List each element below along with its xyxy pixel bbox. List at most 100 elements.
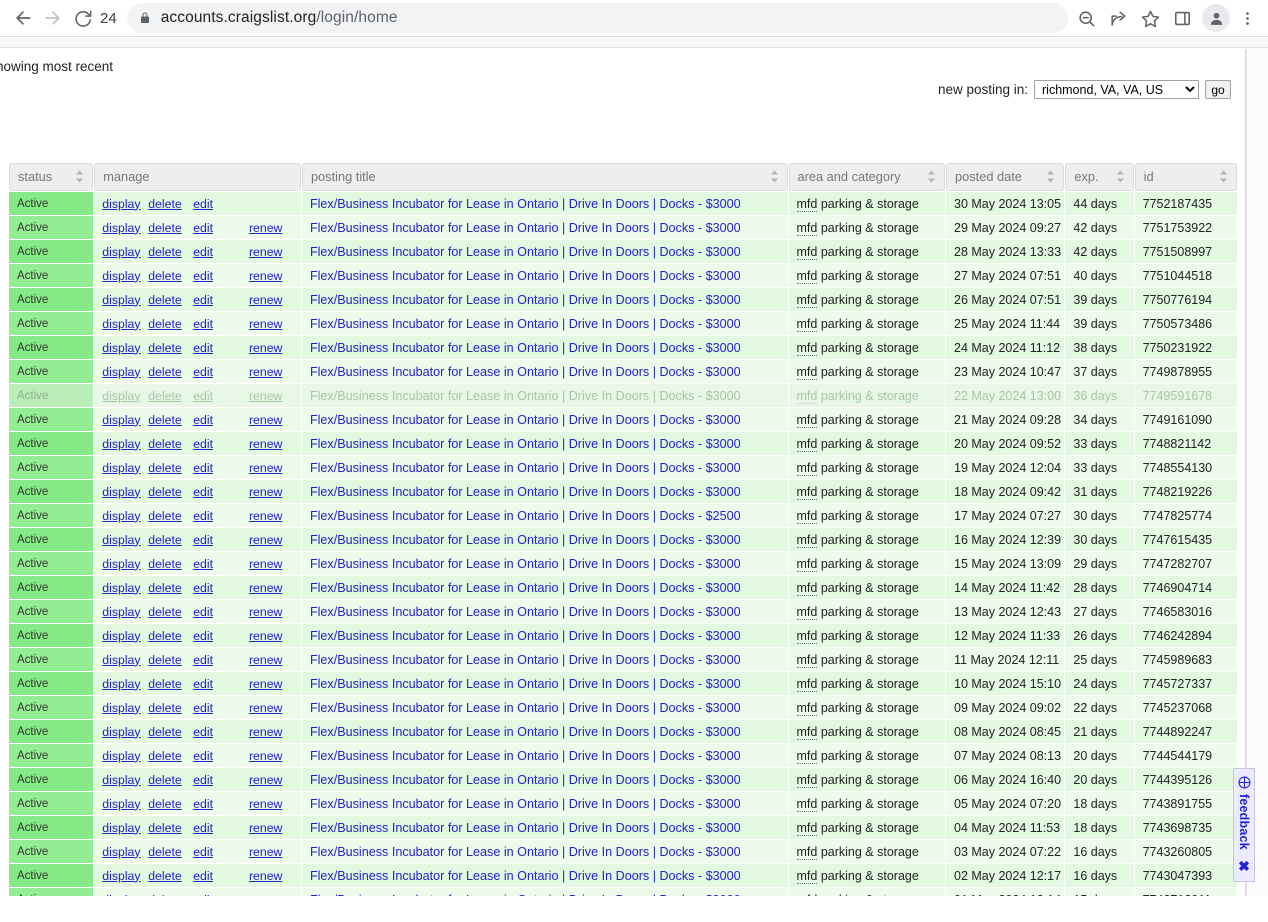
delete-link[interactable]: delete xyxy=(148,221,182,235)
renew-link[interactable]: renew xyxy=(249,269,283,283)
posting-title-link[interactable]: Flex/Business Incubator for Lease in Ont… xyxy=(310,797,741,811)
posting-title-link[interactable]: Flex/Business Incubator for Lease in Ont… xyxy=(310,845,741,859)
delete-link[interactable]: delete xyxy=(148,341,182,355)
edit-link[interactable]: edit xyxy=(193,749,213,763)
chrome-menu-icon[interactable] xyxy=(1234,2,1260,34)
display-link[interactable]: display xyxy=(102,701,140,715)
feedback-close-icon[interactable]: ✖ xyxy=(1238,858,1250,875)
delete-link[interactable]: delete xyxy=(148,365,182,379)
renew-link[interactable]: renew xyxy=(249,413,283,427)
posting-title-link[interactable]: Flex/Business Incubator for Lease in Ont… xyxy=(310,485,741,499)
renew-link[interactable]: renew xyxy=(249,773,283,787)
renew-link[interactable]: renew xyxy=(249,437,283,451)
display-link[interactable]: display xyxy=(102,317,140,331)
delete-link[interactable]: delete xyxy=(148,773,182,787)
display-link[interactable]: display xyxy=(102,677,140,691)
delete-link[interactable]: delete xyxy=(148,293,182,307)
display-link[interactable]: display xyxy=(102,869,140,883)
posting-title-link[interactable]: Flex/Business Incubator for Lease in Ont… xyxy=(310,413,741,427)
display-link[interactable]: display xyxy=(102,461,140,475)
posting-title-link[interactable]: Flex/Business Incubator for Lease in Ont… xyxy=(310,605,741,619)
edit-link[interactable]: edit xyxy=(193,485,213,499)
renew-link[interactable]: renew xyxy=(249,701,283,715)
display-link[interactable]: display xyxy=(102,389,140,403)
display-link[interactable]: display xyxy=(102,245,140,259)
posting-title-link[interactable]: Flex/Business Incubator for Lease in Ont… xyxy=(310,653,741,667)
posting-title-link[interactable]: Flex/Business Incubator for Lease in Ont… xyxy=(310,581,741,595)
delete-link[interactable]: delete xyxy=(148,269,182,283)
renew-link[interactable]: renew xyxy=(249,485,283,499)
edit-link[interactable]: edit xyxy=(193,509,213,523)
delete-link[interactable]: delete xyxy=(148,749,182,763)
delete-link[interactable]: delete xyxy=(148,509,182,523)
renew-link[interactable]: renew xyxy=(249,461,283,475)
delete-link[interactable]: delete xyxy=(148,461,182,475)
edit-link[interactable]: edit xyxy=(193,653,213,667)
renew-link[interactable]: renew xyxy=(249,605,283,619)
posting-title-link[interactable]: Flex/Business Incubator for Lease in Ont… xyxy=(310,197,741,211)
renew-link[interactable]: renew xyxy=(249,821,283,835)
address-bar[interactable]: accounts.craigslist.org/login/home xyxy=(126,3,1068,33)
display-link[interactable]: display xyxy=(102,221,140,235)
renew-link[interactable]: renew xyxy=(249,365,283,379)
posting-title-link[interactable]: Flex/Business Incubator for Lease in Ont… xyxy=(310,749,741,763)
display-link[interactable]: display xyxy=(102,341,140,355)
posting-title-link[interactable]: Flex/Business Incubator for Lease in Ont… xyxy=(310,245,741,259)
edit-link[interactable]: edit xyxy=(193,197,213,211)
renew-link[interactable]: renew xyxy=(249,725,283,739)
delete-link[interactable]: delete xyxy=(148,821,182,835)
edit-link[interactable]: edit xyxy=(193,221,213,235)
delete-link[interactable]: delete xyxy=(148,605,182,619)
renew-link[interactable]: renew xyxy=(249,509,283,523)
renew-link[interactable]: renew xyxy=(249,341,283,355)
posting-title-link[interactable]: Flex/Business Incubator for Lease in Ont… xyxy=(310,701,741,715)
posting-title-link[interactable]: Flex/Business Incubator for Lease in Ont… xyxy=(310,821,741,835)
back-button[interactable] xyxy=(8,3,38,33)
edit-link[interactable]: edit xyxy=(193,413,213,427)
delete-link[interactable]: delete xyxy=(148,581,182,595)
edit-link[interactable]: edit xyxy=(193,461,213,475)
display-link[interactable]: display xyxy=(102,533,140,547)
delete-link[interactable]: delete xyxy=(148,485,182,499)
edit-link[interactable]: edit xyxy=(193,533,213,547)
renew-link[interactable]: renew xyxy=(249,557,283,571)
zoom-out-icon[interactable] xyxy=(1070,2,1102,34)
edit-link[interactable]: edit xyxy=(193,437,213,451)
display-link[interactable]: display xyxy=(102,773,140,787)
display-link[interactable]: display xyxy=(102,821,140,835)
display-link[interactable]: display xyxy=(102,485,140,499)
edit-link[interactable]: edit xyxy=(193,365,213,379)
posting-title-link[interactable]: Flex/Business Incubator for Lease in Ont… xyxy=(310,389,741,403)
delete-link[interactable]: delete xyxy=(148,725,182,739)
posting-title-link[interactable]: Flex/Business Incubator for Lease in Ont… xyxy=(310,629,741,643)
delete-link[interactable]: delete xyxy=(148,245,182,259)
display-link[interactable]: display xyxy=(102,557,140,571)
delete-link[interactable]: delete xyxy=(148,629,182,643)
posting-title-link[interactable]: Flex/Business Incubator for Lease in Ont… xyxy=(310,509,741,523)
edit-link[interactable]: edit xyxy=(193,341,213,355)
display-link[interactable]: display xyxy=(102,749,140,763)
posting-title-link[interactable]: Flex/Business Incubator for Lease in Ont… xyxy=(310,461,741,475)
edit-link[interactable]: edit xyxy=(193,773,213,787)
edit-link[interactable]: edit xyxy=(193,629,213,643)
posting-title-link[interactable]: Flex/Business Incubator for Lease in Ont… xyxy=(310,341,741,355)
col-header-status[interactable]: status xyxy=(9,163,94,191)
edit-link[interactable]: edit xyxy=(193,677,213,691)
delete-link[interactable]: delete xyxy=(148,653,182,667)
col-header-posted-date[interactable]: posted date xyxy=(946,163,1065,191)
delete-link[interactable]: delete xyxy=(148,557,182,571)
display-link[interactable]: display xyxy=(102,629,140,643)
edit-link[interactable]: edit xyxy=(193,269,213,283)
display-link[interactable]: display xyxy=(102,581,140,595)
renew-link[interactable]: renew xyxy=(249,629,283,643)
posting-title-link[interactable]: Flex/Business Incubator for Lease in Ont… xyxy=(310,773,741,787)
posting-title-link[interactable]: Flex/Business Incubator for Lease in Ont… xyxy=(310,677,741,691)
delete-link[interactable]: delete xyxy=(148,413,182,427)
location-select[interactable]: richmond, VA, VA, US xyxy=(1034,80,1199,99)
delete-link[interactable]: delete xyxy=(148,701,182,715)
edit-link[interactable]: edit xyxy=(193,317,213,331)
display-link[interactable]: display xyxy=(102,365,140,379)
edit-link[interactable]: edit xyxy=(193,581,213,595)
edit-link[interactable]: edit xyxy=(193,557,213,571)
renew-link[interactable]: renew xyxy=(249,797,283,811)
